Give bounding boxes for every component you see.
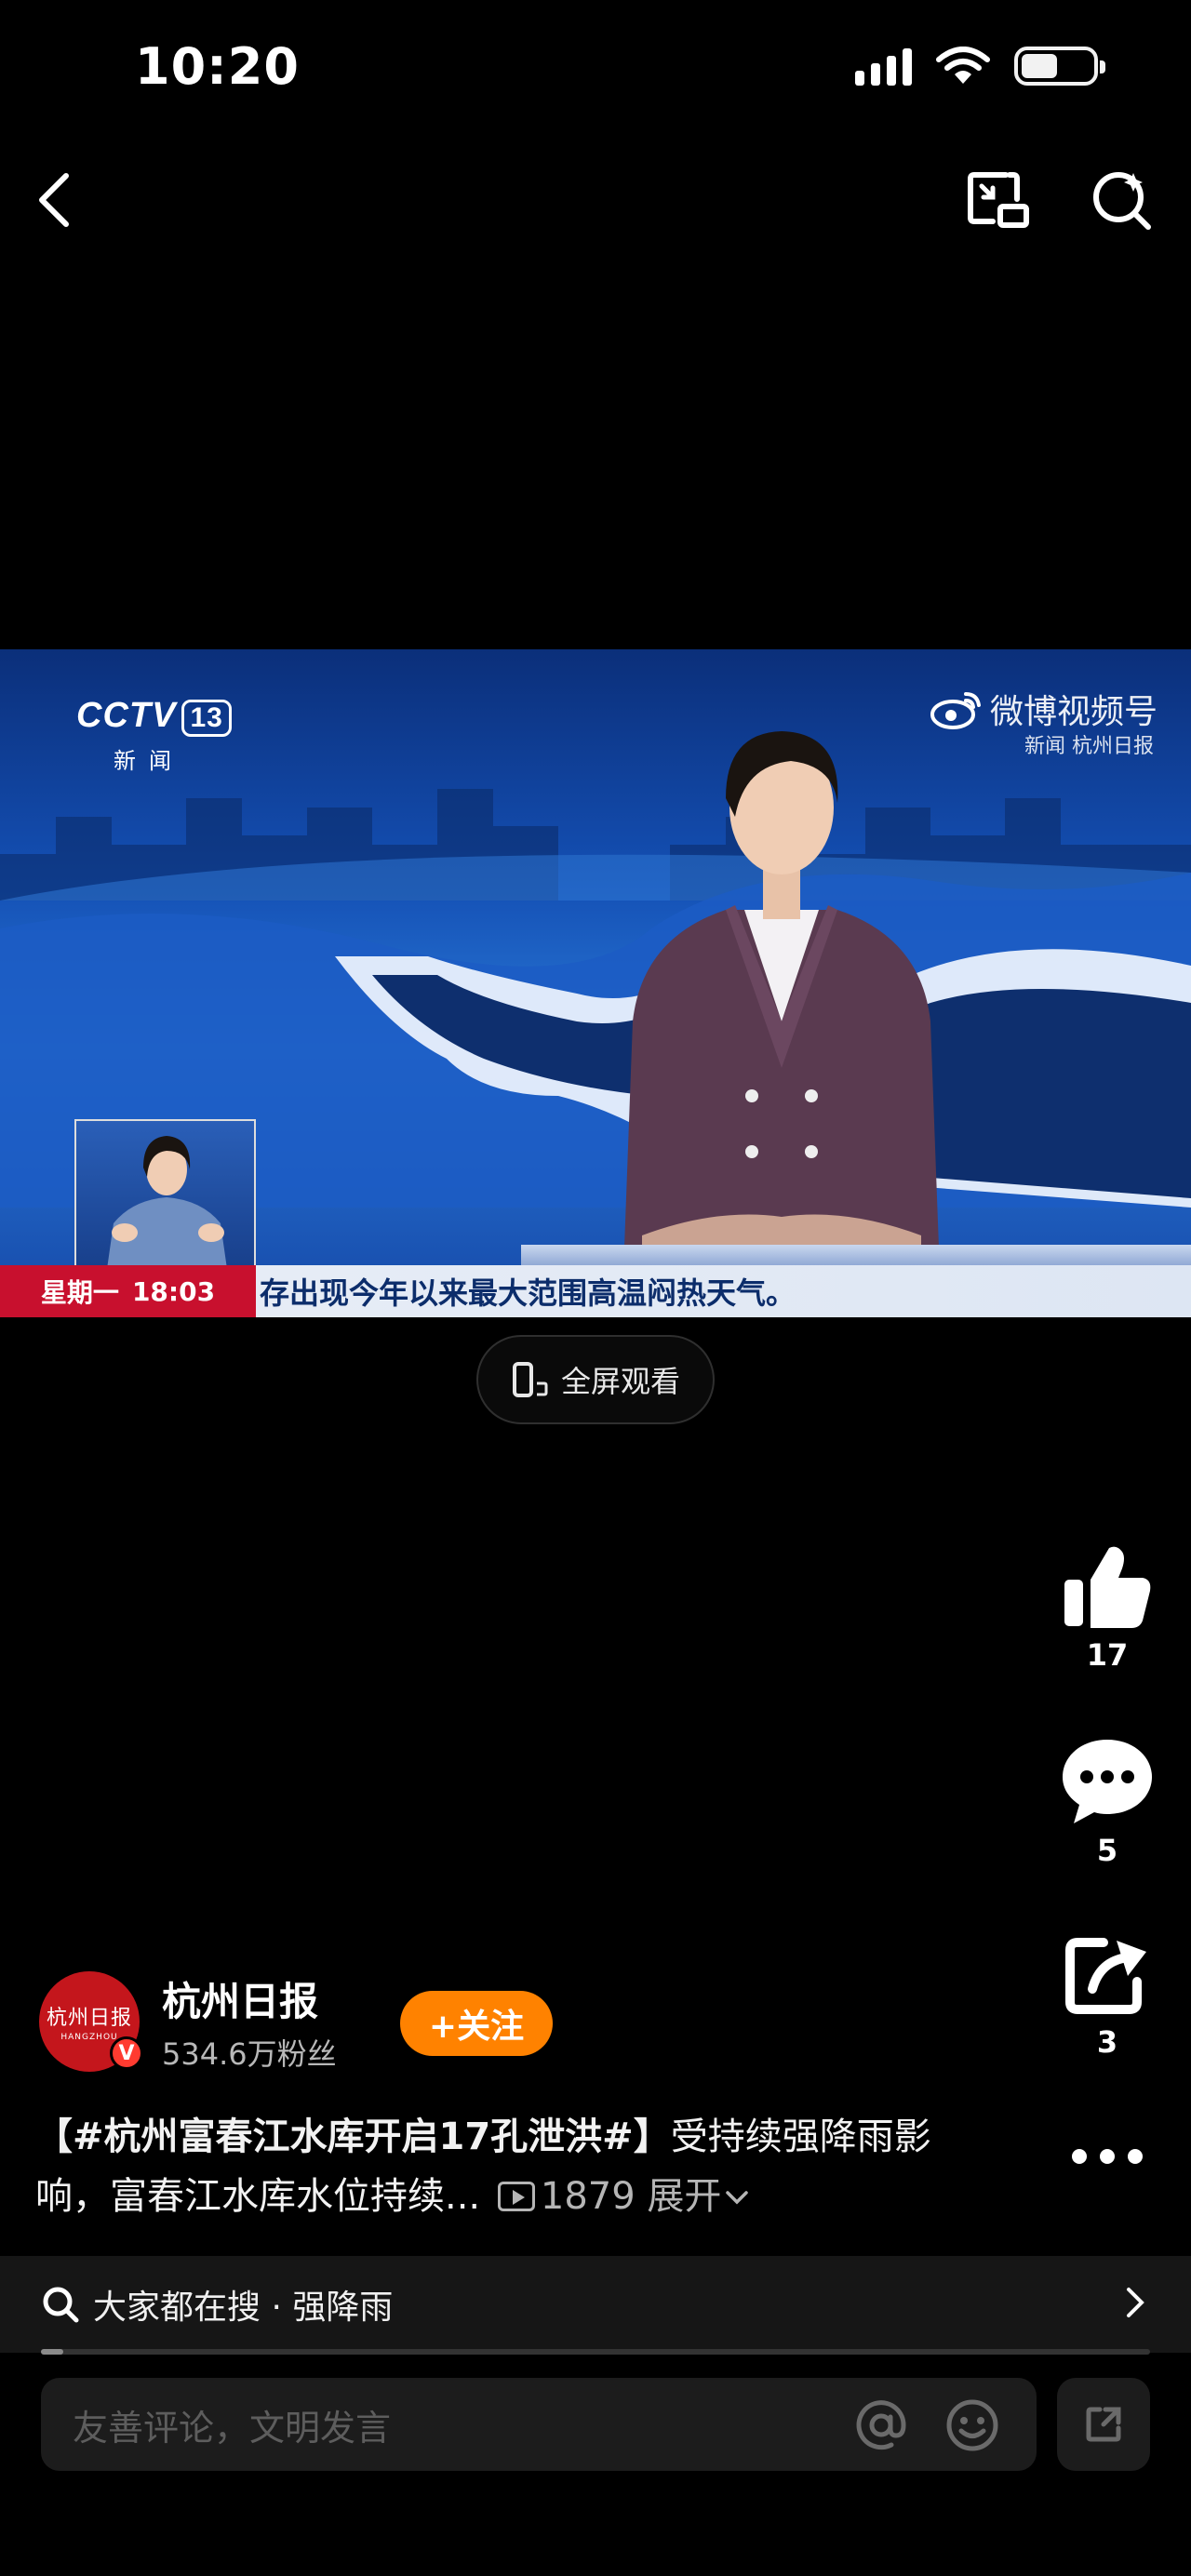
- share-count: 3: [1096, 2024, 1118, 2060]
- thumbs-up-icon: [1064, 1546, 1151, 1628]
- status-time: 10:20: [135, 37, 300, 96]
- search-icon: [43, 2287, 79, 2323]
- picture-in-picture-icon: [968, 172, 1029, 228]
- battery-level: [1022, 54, 1057, 78]
- share-button[interactable]: 3: [1051, 1935, 1163, 2060]
- status-icons: [855, 47, 1105, 86]
- status-bar: 10:20: [0, 0, 1191, 140]
- video-progress-fill: [41, 2349, 63, 2355]
- channel-logo-text: CCTV: [76, 696, 177, 735]
- sign-interpreter-figure: [104, 1136, 230, 1285]
- top-nav: [0, 149, 1191, 251]
- trending-search-label: 大家都在搜 · 强降雨: [93, 2289, 394, 2327]
- expand-link[interactable]: 展开: [647, 2175, 721, 2218]
- video-progress-bar[interactable]: [41, 2349, 1150, 2355]
- ticker-day: 星期一: [40, 1277, 119, 1308]
- author-block[interactable]: 杭州日报 HANGZHOU V 杭州日报 534.6万粉丝: [39, 1970, 337, 2073]
- rotate-phone-icon: [512, 1362, 548, 1397]
- avatar-sub: HANGZHOU: [60, 2033, 118, 2042]
- comment-bubble-icon: [1063, 1740, 1152, 1823]
- post-caption[interactable]: 【#杭州富春江水库开启17孔泄洪#】受持续强降雨影响，富春江水库水位持续... …: [35, 2107, 966, 2226]
- chevron-right-icon: [1127, 2288, 1144, 2317]
- avatar-text: 杭州日报: [46, 2007, 132, 2030]
- caption-meta: 1879 展开: [492, 2175, 750, 2218]
- signal-icon: [855, 47, 912, 86]
- comment-button[interactable]: 5: [1051, 1736, 1163, 1868]
- picture-in-picture-button[interactable]: [957, 158, 1040, 242]
- like-count: 17: [1086, 1637, 1129, 1673]
- expand-comment-button[interactable]: [1057, 2378, 1150, 2471]
- author-info: 杭州日报 534.6万粉丝: [162, 1970, 337, 2074]
- comment-placeholder: 友善评论，文明发言: [73, 2407, 392, 2449]
- at-icon[interactable]: [854, 2398, 908, 2452]
- ticker-text: 存出现今年以来最大范围高温闷热天气。: [260, 1275, 796, 1311]
- channel-sub: 新闻: [114, 748, 184, 774]
- channel-logo: CCTV 13: [76, 696, 232, 737]
- fullscreen-button[interactable]: 全屏观看: [476, 1335, 715, 1424]
- chevron-down-icon: [726, 2191, 749, 2205]
- like-button[interactable]: 17: [1051, 1544, 1163, 1673]
- caption-hashtag[interactable]: 【#杭州富春江水库开启17孔泄洪#】: [35, 2116, 671, 2158]
- expand-icon: [1086, 2407, 1121, 2442]
- play-count: 1879: [540, 2175, 636, 2218]
- battery-icon: [1014, 47, 1105, 86]
- channel-number: 13: [181, 700, 232, 737]
- fullscreen-label: 全屏观看: [560, 1364, 680, 1399]
- video-player[interactable]: CCTV 13 新闻 微博视频号 新闻 杭州日报 星期一 18:03 存出现今年…: [0, 649, 1191, 1317]
- trending-search-bar[interactable]: 大家都在搜 · 强降雨: [0, 2256, 1191, 2353]
- avatar[interactable]: 杭州日报 HANGZHOU V: [39, 1971, 143, 2072]
- search-icon: [1093, 172, 1151, 230]
- comment-input[interactable]: 友善评论，文明发言: [41, 2378, 1037, 2471]
- play-count-icon: [497, 2182, 535, 2211]
- more-button[interactable]: [1051, 2145, 1163, 2168]
- share-icon: [1065, 1938, 1146, 2014]
- news-anchor-figure: [623, 731, 940, 1273]
- author-fans: 534.6万粉丝: [162, 2035, 337, 2072]
- ticker-time: 18:03: [131, 1275, 216, 1307]
- follow-button[interactable]: +关注: [400, 1991, 553, 2056]
- ticker-day-time: 星期一 18:03: [0, 1265, 256, 1317]
- search-button[interactable]: [1079, 158, 1163, 242]
- verified-badge: V: [110, 2036, 143, 2070]
- wifi-icon: [936, 47, 990, 84]
- watermark: 微博视频号: [930, 685, 1158, 733]
- author-name[interactable]: 杭州日报: [162, 1970, 337, 2027]
- comment-count: 5: [1096, 1833, 1118, 1868]
- back-button[interactable]: [13, 158, 97, 242]
- watermark-text: 微博视频号: [989, 693, 1158, 731]
- more-icon: [1072, 2149, 1143, 2164]
- comment-tools: [854, 2398, 999, 2452]
- watermark-sub: 新闻 杭州日报: [1024, 735, 1154, 758]
- emoji-icon[interactable]: [945, 2398, 999, 2452]
- back-icon: [39, 173, 69, 227]
- sign-language-window: [74, 1119, 256, 1287]
- news-ticker: 星期一 18:03 存出现今年以来最大范围高温闷热天气。: [0, 1265, 1191, 1317]
